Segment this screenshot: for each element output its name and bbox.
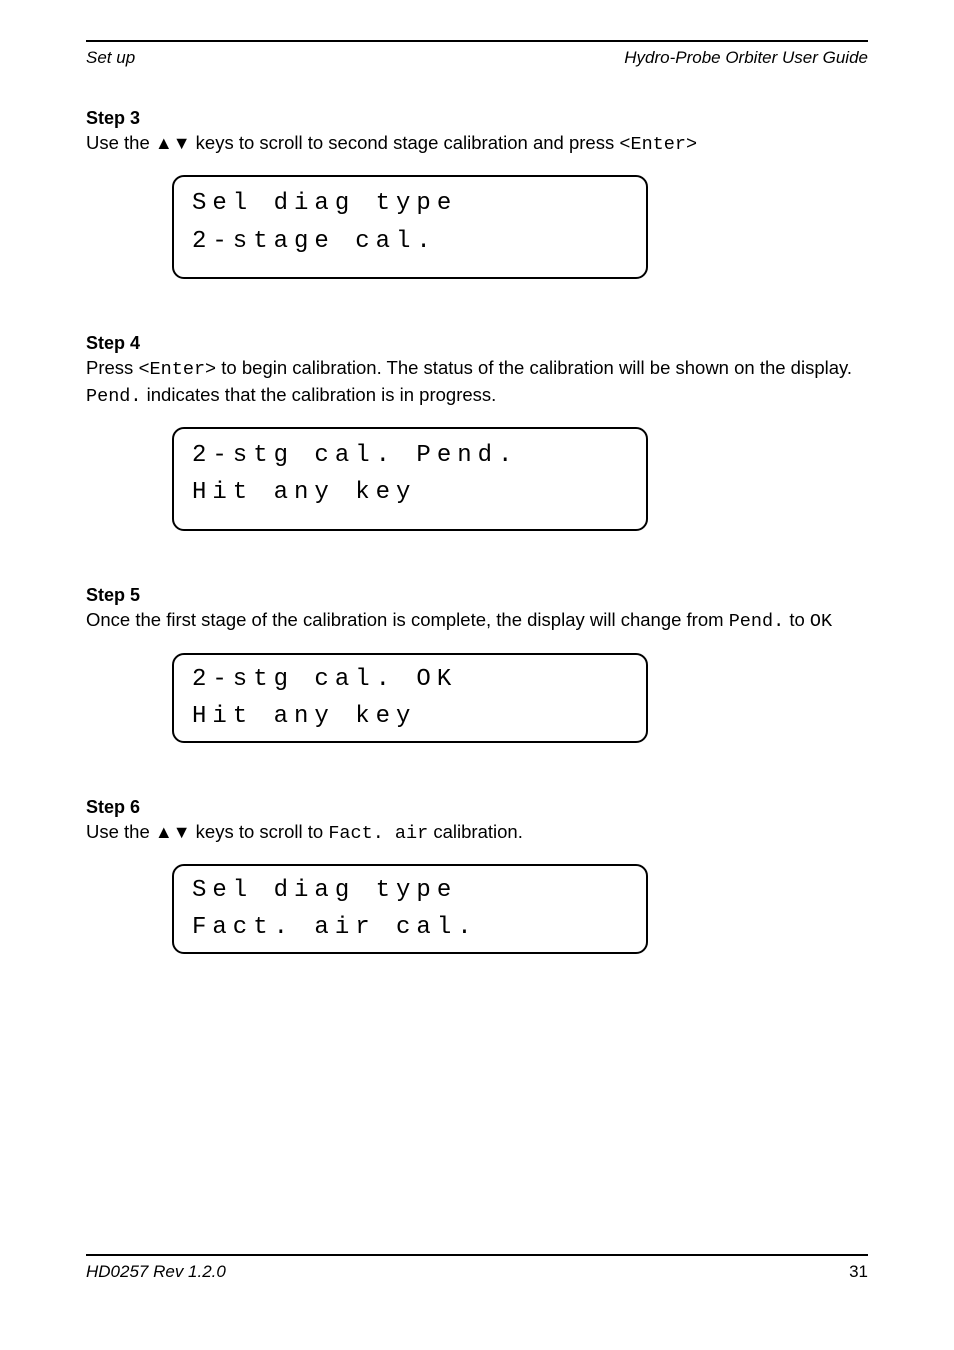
ok-text: OK xyxy=(810,611,832,632)
up-down-arrows-icon: ▲▼ xyxy=(155,822,191,842)
step-5: Step 5 Once the first stage of the calib… xyxy=(86,585,868,742)
header-rule xyxy=(86,40,868,42)
up-down-arrows-icon: ▲▼ xyxy=(155,133,191,153)
enter-key-text: <Enter> xyxy=(619,134,697,155)
header-left: Set up xyxy=(86,48,135,68)
fact-air-text: Fact. air xyxy=(328,823,428,844)
step-4: Step 4 Press <Enter> to begin calibratio… xyxy=(86,333,868,531)
footer-rule xyxy=(86,1254,868,1256)
lcd-display-step6: Sel diag type Fact. air cal. xyxy=(172,864,648,954)
footer-doc-id: HD0257 Rev 1.2.0 xyxy=(86,1262,226,1282)
step-6: Step 6 Use the ▲▼ keys to scroll to Fact… xyxy=(86,797,868,954)
step-5-head: Step 5 xyxy=(86,585,868,606)
step-3-head: Step 3 xyxy=(86,108,868,129)
enter-key-text: <Enter> xyxy=(138,359,216,380)
step-3: Step 3 Use the ▲▼ keys to scroll to seco… xyxy=(86,108,868,279)
step-6-head: Step 6 xyxy=(86,797,868,818)
pend-text: Pend. xyxy=(729,611,785,632)
lcd-display-step4: 2-stg cal. Pend. Hit any key xyxy=(172,427,648,531)
step-4-body: Press <Enter> to begin calibration. The … xyxy=(86,356,868,409)
page-header: Set up Hydro-Probe Orbiter User Guide xyxy=(86,48,868,68)
page-footer: HD0257 Rev 1.2.0 31 xyxy=(86,1254,868,1282)
step-4-head: Step 4 xyxy=(86,333,868,354)
footer-page-number: 31 xyxy=(849,1262,868,1282)
lcd-display-step3: Sel diag type 2-stage cal. xyxy=(172,175,648,279)
lcd-display-step5: 2-stg cal. OK Hit any key xyxy=(172,653,648,743)
step-3-body: Use the ▲▼ keys to scroll to second stag… xyxy=(86,131,868,157)
pending-text: Pend. xyxy=(86,386,142,407)
step-5-body: Once the first stage of the calibration … xyxy=(86,608,868,634)
step-6-body: Use the ▲▼ keys to scroll to Fact. air c… xyxy=(86,820,868,846)
header-right: Hydro-Probe Orbiter User Guide xyxy=(624,48,868,68)
